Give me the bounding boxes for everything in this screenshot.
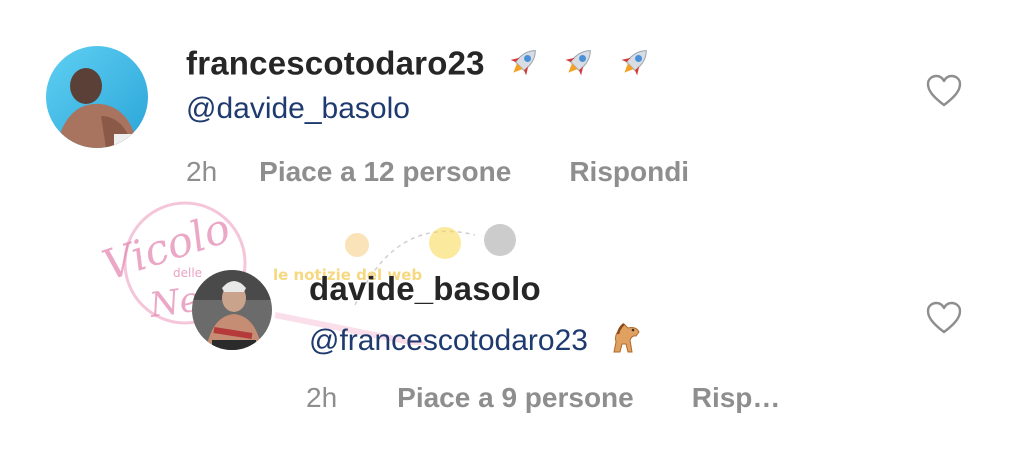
comment-username[interactable]: davide_basolo xyxy=(309,270,541,308)
avatar[interactable] xyxy=(192,270,272,350)
reply-button[interactable]: Risp… xyxy=(692,382,781,414)
like-heart-icon[interactable] xyxy=(926,301,962,335)
reply-button[interactable]: Rispondi xyxy=(569,156,689,188)
comment-time: 2h xyxy=(306,382,338,413)
username-text[interactable]: davide_basolo xyxy=(309,270,541,307)
mention-link[interactable]: @francescotodaro23 xyxy=(309,318,646,366)
comment-meta: 2h Piace a 12 persone Rispondi xyxy=(186,156,689,188)
mention-link[interactable]: @davide_basolo xyxy=(186,92,410,126)
comment-username[interactable]: francescotodaro23 xyxy=(186,44,653,88)
comment-meta: 2h Piace a 9 persone Risp… xyxy=(306,382,780,414)
horse-icon xyxy=(606,318,646,366)
mention-text[interactable]: @francescotodaro23 xyxy=(309,324,588,357)
comment-time: 2h xyxy=(186,156,218,187)
like-heart-icon[interactable] xyxy=(926,74,962,108)
rocket-icon xyxy=(617,44,653,88)
rocket-icon xyxy=(561,44,597,88)
username-text[interactable]: francescotodaro23 xyxy=(186,45,485,82)
watermark-small: delle xyxy=(173,266,202,280)
likes-count[interactable]: Piace a 9 persone xyxy=(397,382,634,414)
likes-count[interactable]: Piace a 12 persone xyxy=(259,156,511,188)
rocket-icon xyxy=(506,44,542,88)
avatar[interactable] xyxy=(46,46,148,148)
